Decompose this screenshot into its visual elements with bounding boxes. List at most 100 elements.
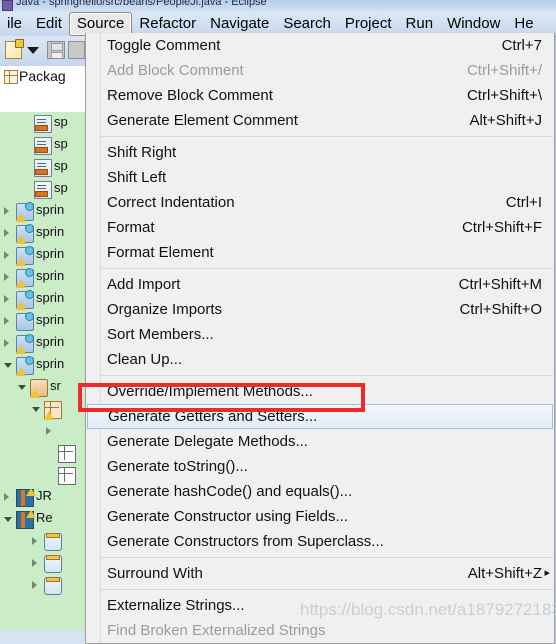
menu-item-accelerator: Ctrl+Shift+M: [458, 276, 542, 293]
warning-overlay-icon: [44, 411, 54, 420]
package-explorer-title: Packag: [19, 68, 66, 84]
menu-item-remove-block-comment[interactable]: Remove Block Comment Ctrl+Shift+\: [86, 83, 554, 108]
menu-item-generate-constructors-from-superclass[interactable]: Generate Constructors from Superclass...: [86, 529, 554, 554]
project-icon: [16, 290, 34, 310]
menu-item-label: Format: [107, 219, 155, 236]
tree-node[interactable]: [0, 552, 85, 574]
tree-node[interactable]: sp: [0, 112, 85, 134]
tree-node[interactable]: sprin: [0, 332, 85, 354]
chevron-right-icon[interactable]: [4, 339, 9, 347]
package-explorer-filter-area: [0, 88, 85, 112]
menu-item-generate-getters-and-setters[interactable]: Generate Getters and Setters...: [87, 404, 553, 429]
menu-item-override-implement-methods[interactable]: Override/Implement Methods...: [86, 379, 554, 404]
project-icon: [16, 224, 34, 244]
menu-item-accelerator: Ctrl+Shift+\: [466, 87, 542, 104]
save-all-icon[interactable]: [68, 41, 85, 59]
menu-item-accelerator: Alt+Shift+Z: [467, 565, 542, 582]
chevron-down-icon[interactable]: [32, 407, 40, 412]
chevron-right-icon[interactable]: [32, 581, 37, 589]
chevron-right-icon[interactable]: [32, 559, 37, 567]
tree-node[interactable]: [0, 464, 85, 486]
tree-node[interactable]: sprin: [0, 354, 85, 376]
chevron-right-icon[interactable]: [4, 493, 9, 501]
tree-node[interactable]: sr: [0, 376, 85, 398]
tree-node-label: Re: [36, 510, 53, 525]
menu-item-generate-element-comment[interactable]: Generate Element Comment Alt+Shift+J: [86, 108, 554, 133]
menu-item-label: Generate toString()...: [107, 458, 248, 475]
chevron-right-icon[interactable]: [32, 537, 37, 545]
menu-item-format[interactable]: Format Ctrl+Shift+F: [86, 215, 554, 240]
java-file-icon: [34, 181, 52, 199]
eclipse-icon: [2, 0, 13, 11]
tree-node-label: sp: [54, 180, 68, 195]
new-icon[interactable]: [5, 39, 24, 59]
menu-item-correct-indentation[interactable]: Correct Indentation Ctrl+I: [86, 190, 554, 215]
tree-node[interactable]: sp: [0, 178, 85, 200]
tree-node[interactable]: [0, 398, 85, 420]
menu-item-generate-delegate-methods[interactable]: Generate Delegate Methods...: [86, 429, 554, 454]
tree-node[interactable]: sprin: [0, 266, 85, 288]
project-tree[interactable]: sp sp sp sp sprin sprin sprin sprin sprin sprin sp…: [0, 112, 85, 631]
menu-item-label: Organize Imports: [107, 301, 223, 318]
grid-icon: [58, 467, 76, 485]
menu-item-format-element[interactable]: Format Element: [86, 240, 554, 265]
menu-item-clean-up[interactable]: Clean Up...: [86, 347, 554, 372]
tree-node[interactable]: sprin: [0, 310, 85, 332]
menu-item-generate-hashcode-and-equals[interactable]: Generate hashCode() and equals()...: [86, 479, 554, 504]
tree-node-label: sprin: [36, 202, 65, 217]
chevron-down-icon[interactable]: [4, 517, 12, 522]
package-icon: [44, 401, 62, 420]
chevron-right-icon[interactable]: [4, 273, 9, 281]
menu-item-label: Generate Getters and Setters...: [108, 408, 318, 425]
tree-node-label: sprin: [36, 290, 65, 305]
menu-item-accelerator: Ctrl+I: [505, 194, 542, 211]
menu-item-label: Shift Left: [107, 169, 167, 186]
tree-node[interactable]: JR: [0, 486, 85, 508]
menu-item-accelerator: Ctrl+Shift+O: [459, 301, 542, 318]
menu-item-add-import[interactable]: Add Import Ctrl+Shift+M: [86, 272, 554, 297]
menu-item-shift-left[interactable]: Shift Left: [86, 165, 554, 190]
tree-node[interactable]: sprin: [0, 288, 85, 310]
tree-node[interactable]: sprin: [0, 244, 85, 266]
save-icon[interactable]: [47, 41, 65, 59]
menu-item-externalize-strings[interactable]: Externalize Strings...: [86, 593, 554, 618]
menu-item-toggle-comment[interactable]: Toggle Comment Ctrl+7: [86, 33, 554, 58]
chevron-down-icon[interactable]: [4, 363, 12, 368]
menu-item-label: Toggle Comment: [107, 37, 221, 54]
menu-item-generate-tostring[interactable]: Generate toString()...: [86, 454, 554, 479]
tree-node[interactable]: sprin: [0, 222, 85, 244]
tree-node[interactable]: [0, 420, 85, 442]
tree-node[interactable]: [0, 442, 85, 464]
chevron-right-icon[interactable]: [4, 229, 9, 237]
tree-node[interactable]: sp: [0, 156, 85, 178]
chevron-right-icon[interactable]: [4, 251, 9, 259]
chevron-right-icon[interactable]: [4, 317, 9, 325]
tree-node[interactable]: sp: [0, 134, 85, 156]
menu-item-label: Surround With: [107, 565, 203, 582]
tree-node[interactable]: sprin: [0, 200, 85, 222]
toolbar: [0, 36, 85, 67]
chevron-right-icon[interactable]: [46, 427, 51, 435]
project-icon: [16, 268, 34, 288]
java-file-icon: [34, 137, 52, 155]
menubar-item-ile[interactable]: ile: [0, 12, 29, 36]
package-explorer-header: Packag: [0, 66, 85, 88]
tree-node-label: sprin: [36, 224, 65, 239]
menu-item-shift-right[interactable]: Shift Right: [86, 140, 554, 165]
tree-node[interactable]: Re: [0, 508, 85, 530]
grid-icon: [58, 445, 76, 463]
menubar-item-edit[interactable]: Edit: [29, 12, 69, 36]
tree-node[interactable]: [0, 530, 85, 552]
source-dropdown-menu[interactable]: Toggle Comment Ctrl+7 Add Block Comment Ctr…: [85, 33, 555, 644]
chevron-right-icon[interactable]: [4, 295, 9, 303]
menu-item-sort-members[interactable]: Sort Members...: [86, 322, 554, 347]
menu-item-accelerator: Ctrl+7: [501, 37, 542, 54]
chevron-down-icon[interactable]: [18, 385, 26, 390]
chevron-right-icon[interactable]: [4, 207, 9, 215]
menu-item-organize-imports[interactable]: Organize Imports Ctrl+Shift+O: [86, 297, 554, 322]
dropdown-caret-icon[interactable]: [27, 47, 39, 54]
java-file-icon: [34, 115, 52, 133]
tree-node[interactable]: [0, 574, 85, 596]
menu-item-surround-with[interactable]: Surround With Alt+Shift+Z ▸: [86, 561, 554, 586]
menu-item-generate-constructor-using-fields[interactable]: Generate Constructor using Fields...: [86, 504, 554, 529]
